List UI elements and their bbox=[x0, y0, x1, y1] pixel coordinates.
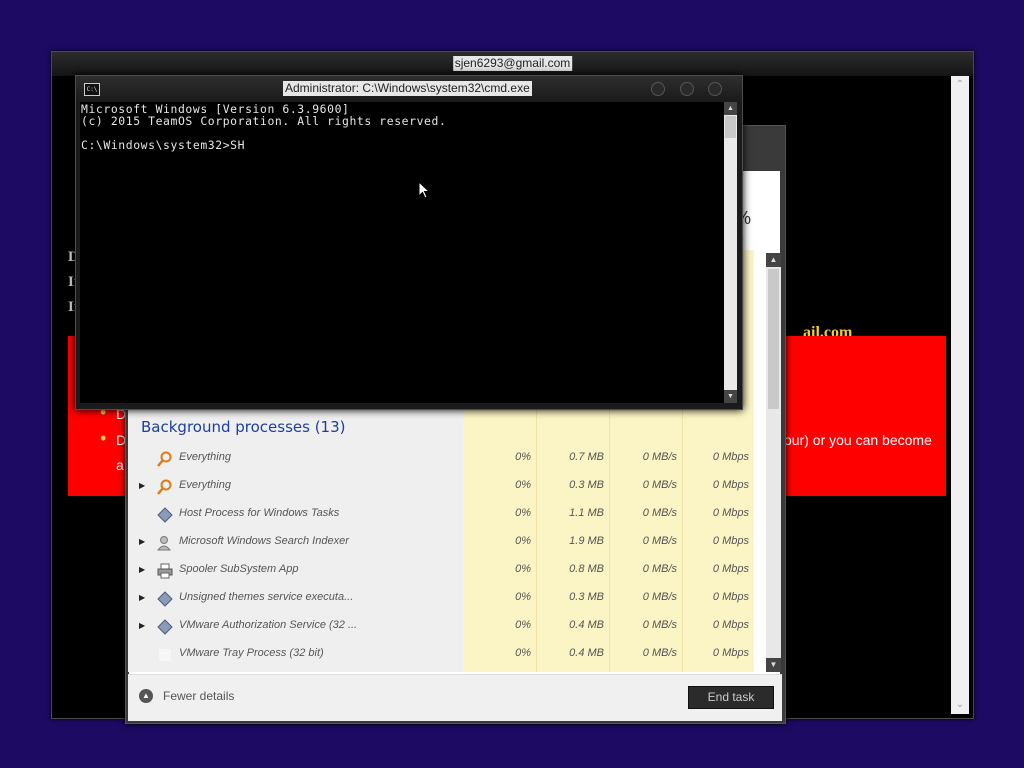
service-icon bbox=[157, 591, 173, 607]
process-disk: 0 MB/s bbox=[642, 479, 677, 491]
bullet-text-2-cont: a bbox=[116, 457, 124, 473]
fewer-details-link[interactable]: Fewer details bbox=[163, 689, 234, 703]
expand-arrow-icon[interactable]: ▶ bbox=[139, 565, 145, 574]
cmd-window: C:\ Administrator: C:\Windows\system32\c… bbox=[75, 75, 743, 410]
process-disk: 0 MB/s bbox=[642, 507, 677, 519]
console-line: (c) 2015 TeamOS Corporation. All rights … bbox=[81, 114, 447, 128]
process-network: 0 Mbps bbox=[712, 535, 749, 547]
process-network: 0 Mbps bbox=[712, 647, 749, 659]
process-memory: 0.3 MB bbox=[569, 591, 604, 603]
process-row[interactable]: VMware Tray Process (32 bit) 0% 0.4 MB 0… bbox=[128, 641, 754, 669]
process-memory: 1.1 MB bbox=[569, 507, 604, 519]
process-cpu: 0% bbox=[515, 479, 531, 491]
process-memory: 1.9 MB bbox=[569, 535, 604, 547]
process-memory: 0.7 MB bbox=[569, 451, 604, 463]
browser-titlebar[interactable]: sjen6293@gmail.com bbox=[52, 52, 973, 76]
scroll-thumb[interactable] bbox=[768, 269, 779, 409]
process-name: VMware Authorization Service (32 ... bbox=[179, 619, 358, 631]
expand-arrow-icon[interactable]: ▶ bbox=[139, 481, 145, 490]
process-row[interactable]: ▶ Everything 0% 0.3 MB 0 MB/s 0 Mbps bbox=[128, 473, 754, 501]
process-name: Spooler SubSystem App bbox=[179, 563, 299, 575]
process-cpu: 0% bbox=[515, 591, 531, 603]
process-network: 0 Mbps bbox=[712, 563, 749, 575]
scroll-thumb[interactable] bbox=[725, 116, 736, 138]
process-memory: 0.8 MB bbox=[569, 563, 604, 575]
browser-scrollbar[interactable]: ⌃ ⌄ bbox=[951, 76, 969, 714]
user-search-icon bbox=[156, 535, 173, 551]
process-disk: 0 MB/s bbox=[642, 619, 677, 631]
expand-arrow-icon[interactable]: ▶ bbox=[139, 621, 145, 630]
task-manager-footer: ▲ Fewer details End task bbox=[128, 674, 782, 721]
blank-icon bbox=[157, 647, 173, 663]
mouse-pointer-icon bbox=[418, 180, 431, 204]
printer-icon bbox=[157, 563, 173, 579]
scroll-down-icon[interactable]: ▼ bbox=[724, 390, 737, 403]
process-disk: 0 MB/s bbox=[642, 451, 677, 463]
service-icon bbox=[157, 507, 173, 523]
process-row[interactable]: Host Process for Windows Tasks 0% 1.1 MB… bbox=[128, 501, 754, 529]
cmd-console[interactable]: Microsoft Windows [Version 6.3.9600] (c)… bbox=[80, 102, 724, 403]
console-prompt-line: C:\Windows\system32>SH bbox=[81, 138, 246, 152]
process-network: 0 Mbps bbox=[712, 507, 749, 519]
minimize-icon[interactable] bbox=[651, 82, 665, 96]
process-row[interactable]: ▶ Spooler SubSystem App 0% 0.8 MB 0 MB/s… bbox=[128, 557, 754, 585]
process-network: 0 Mbps bbox=[712, 479, 749, 491]
magnifier-icon bbox=[157, 479, 173, 495]
process-network: 0 Mbps bbox=[712, 619, 749, 631]
chevron-up-icon[interactable]: ▲ bbox=[139, 689, 153, 703]
bullet-text-2-right: our) or you can become bbox=[784, 432, 932, 448]
expand-arrow-icon[interactable]: ▶ bbox=[139, 593, 145, 602]
process-memory: 0.3 MB bbox=[569, 479, 604, 491]
section-title-background-processes: Background processes (13) bbox=[141, 418, 346, 436]
scroll-up-icon[interactable]: ▲ bbox=[766, 253, 781, 267]
cmd-scrollbar[interactable]: ▲ ▼ bbox=[724, 102, 737, 403]
process-disk: 0 MB/s bbox=[642, 647, 677, 659]
service-icon bbox=[157, 619, 173, 635]
process-cpu: 0% bbox=[515, 619, 531, 631]
process-cpu: 0% bbox=[515, 507, 531, 519]
maximize-icon[interactable] bbox=[680, 82, 694, 96]
process-row[interactable]: ▶ Microsoft Windows Search Indexer 0% 1.… bbox=[128, 529, 754, 557]
process-disk: 0 MB/s bbox=[642, 563, 677, 575]
end-task-button[interactable]: End task bbox=[688, 686, 774, 709]
process-cpu: 0% bbox=[515, 451, 531, 463]
cmd-titlebar[interactable]: C:\ Administrator: C:\Windows\system32\c… bbox=[76, 76, 742, 102]
process-row[interactable]: ▶ VMware Authorization Service (32 ... 0… bbox=[128, 613, 754, 641]
process-name: Unsigned themes service executa... bbox=[179, 591, 354, 603]
process-name: Host Process for Windows Tasks bbox=[179, 507, 340, 519]
process-cpu: 0% bbox=[515, 563, 531, 575]
process-cpu: 0% bbox=[515, 535, 531, 547]
browser-title: sjen6293@gmail.com bbox=[452, 56, 573, 71]
process-network: 0 Mbps bbox=[712, 591, 749, 603]
cmd-title: Administrator: C:\Windows\system32\cmd.e… bbox=[283, 81, 532, 96]
process-name: Microsoft Windows Search Indexer bbox=[179, 535, 349, 547]
scroll-down-icon[interactable]: ⌄ bbox=[951, 696, 969, 714]
process-name: Everything bbox=[179, 451, 231, 463]
process-network: 0 Mbps bbox=[712, 451, 749, 463]
scroll-down-icon[interactable]: ▼ bbox=[766, 658, 781, 672]
process-disk: 0 MB/s bbox=[642, 535, 677, 547]
process-list-scrollbar[interactable]: ▲ ▼ bbox=[766, 253, 781, 672]
scroll-up-icon[interactable]: ⌃ bbox=[951, 76, 969, 94]
process-row[interactable]: Everything 0% 0.7 MB 0 MB/s 0 Mbps bbox=[128, 445, 754, 473]
process-cpu: 0% bbox=[515, 647, 531, 659]
process-memory: 0.4 MB bbox=[569, 647, 604, 659]
cmd-app-icon[interactable]: C:\ bbox=[84, 83, 100, 96]
scroll-up-icon[interactable]: ▲ bbox=[724, 102, 737, 115]
close-icon[interactable] bbox=[708, 82, 722, 96]
process-name: Everything bbox=[179, 479, 231, 491]
process-disk: 0 MB/s bbox=[642, 591, 677, 603]
process-name: VMware Tray Process (32 bit) bbox=[179, 647, 324, 659]
process-row[interactable]: ▶ Unsigned themes service executa... 0% … bbox=[128, 585, 754, 613]
bullet-dot: • bbox=[100, 428, 107, 448]
expand-arrow-icon[interactable]: ▶ bbox=[139, 537, 145, 546]
process-memory: 0.4 MB bbox=[569, 619, 604, 631]
magnifier-icon bbox=[157, 451, 173, 467]
